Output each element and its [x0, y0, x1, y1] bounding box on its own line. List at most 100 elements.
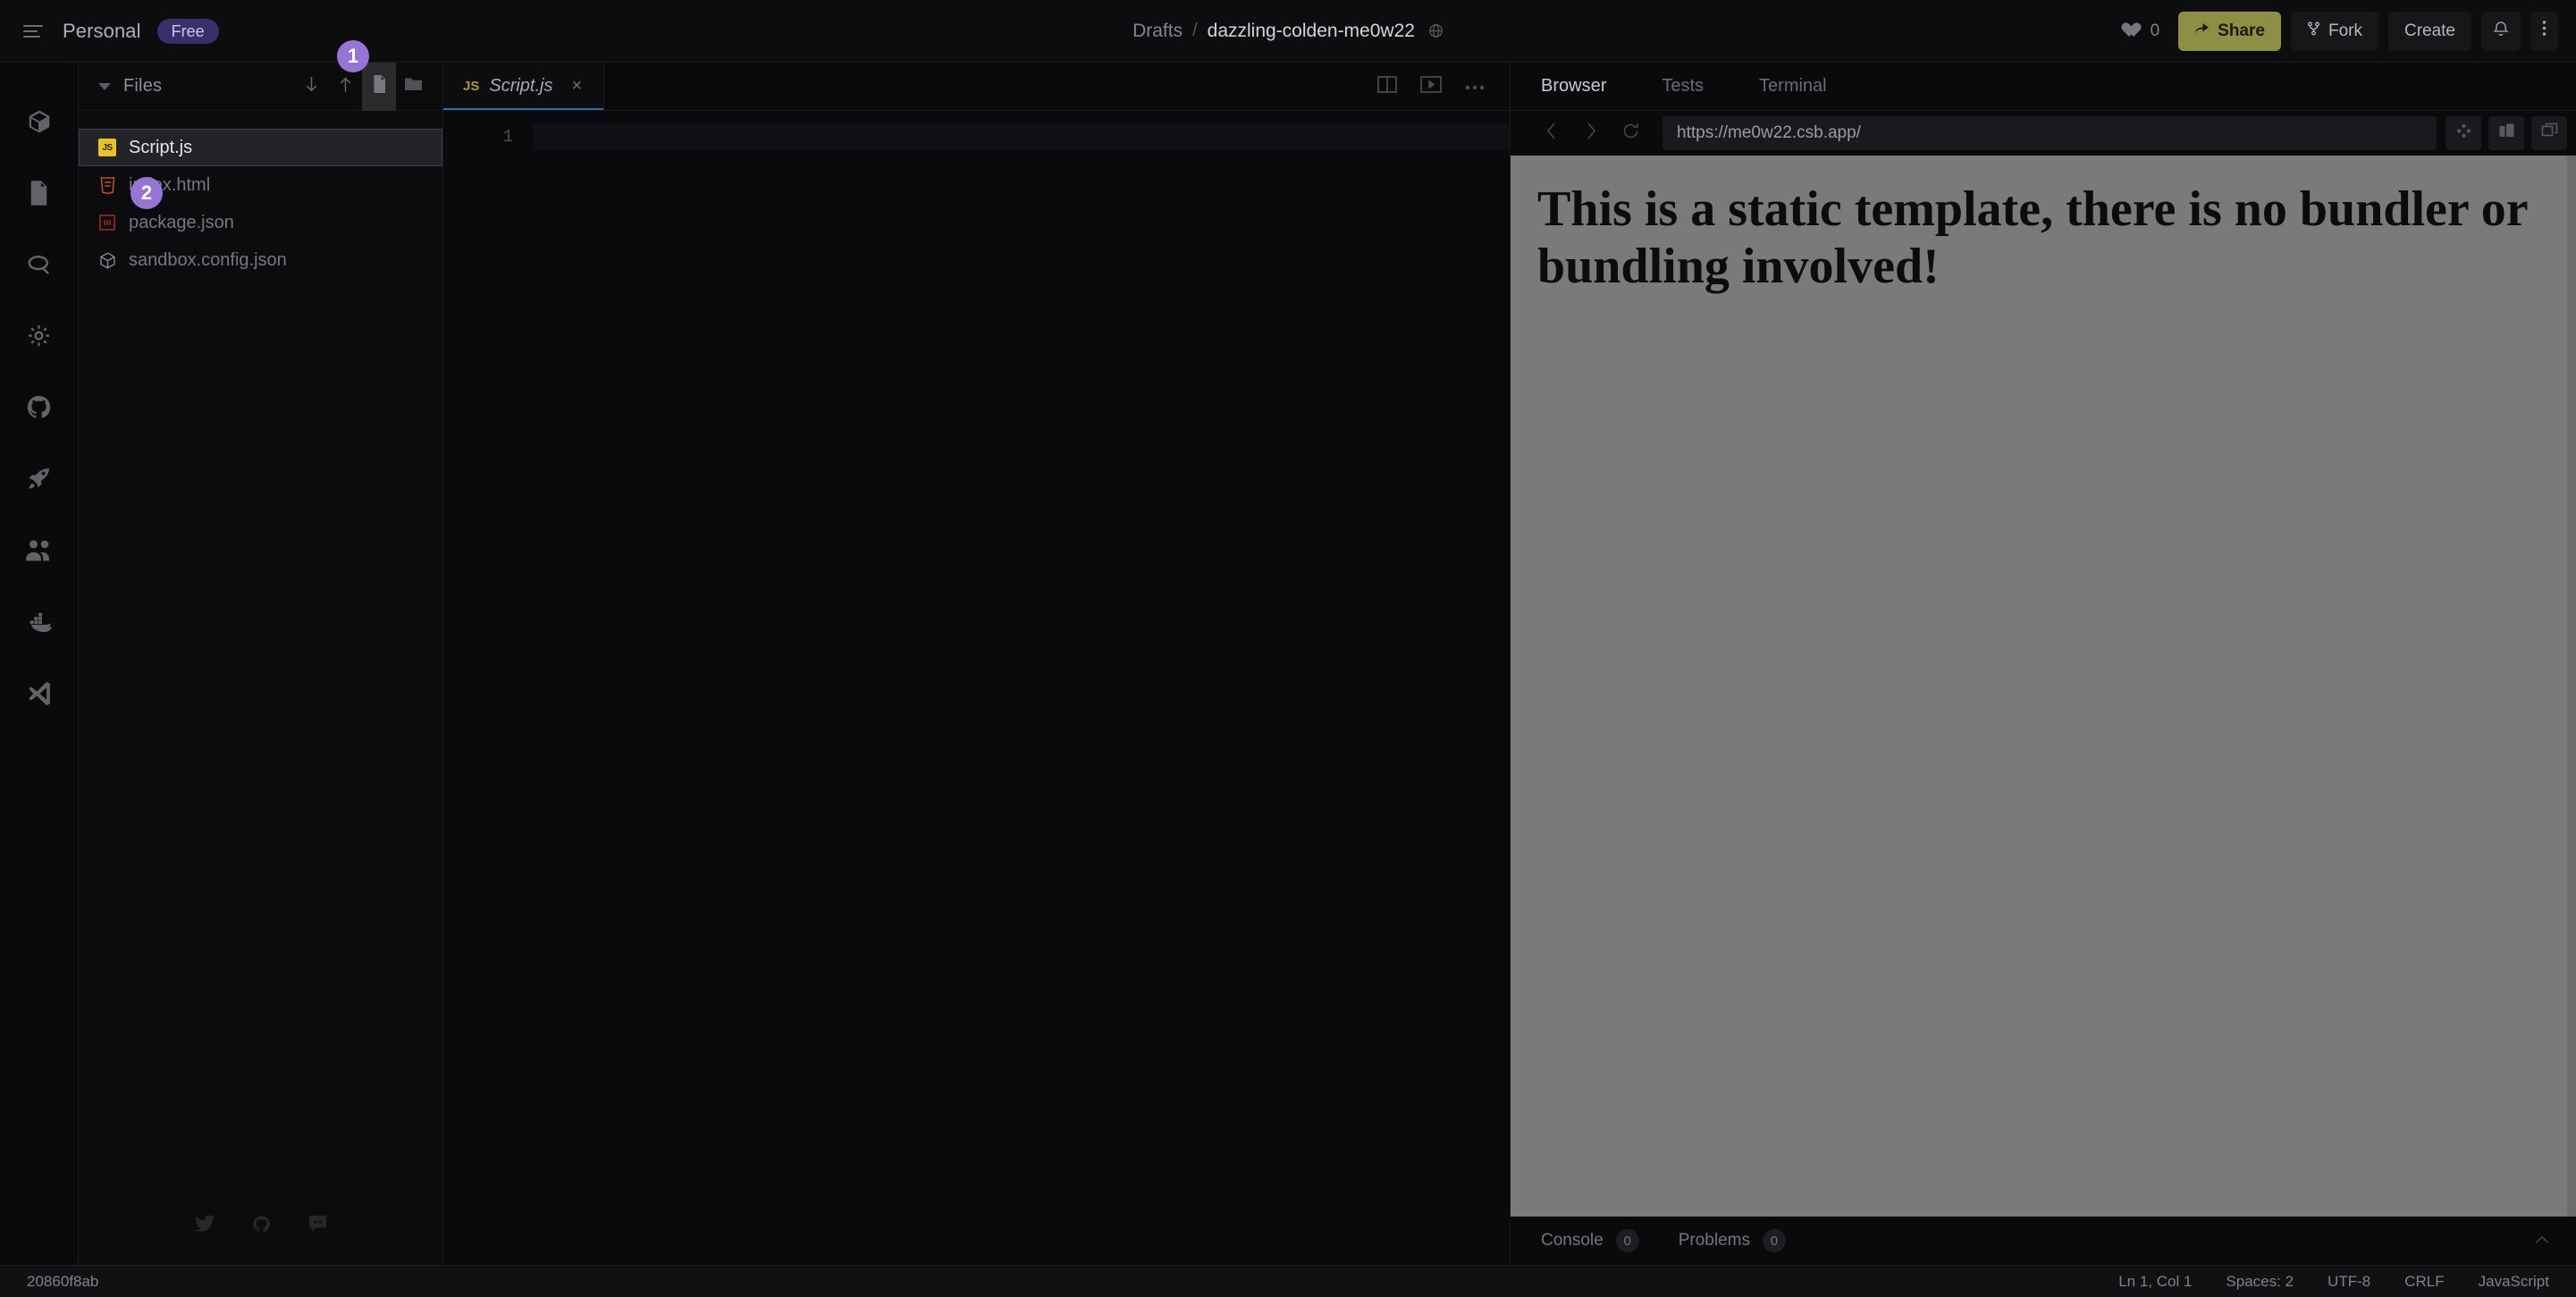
responsive-mode-button[interactable]	[2488, 116, 2524, 150]
file-icon	[27, 180, 51, 211]
tab-script-js[interactable]: JS Script.js ×	[443, 63, 604, 110]
file-name: sandbox.config.json	[129, 249, 287, 270]
preview-iframe[interactable]: This is a static template, there is no b…	[1511, 156, 2576, 1217]
create-button[interactable]: Create	[2387, 11, 2471, 51]
tab-terminal[interactable]: Terminal	[1734, 76, 1857, 97]
browser-tools	[2446, 116, 2567, 150]
sidebar-item-sandbox-explorer[interactable]	[0, 88, 79, 159]
files-title: Files	[123, 76, 163, 96]
search-icon	[26, 251, 53, 282]
url-input[interactable]: https://me0w22.csb.app/	[1663, 116, 2437, 150]
js-icon: JS	[98, 139, 116, 156]
sidebar-footer	[79, 1215, 442, 1265]
more-horizontal-icon[interactable]	[1465, 79, 1485, 95]
sidebar-item-settings[interactable]	[0, 302, 79, 374]
codesandbox-app: Personal Free Drafts / dazzling-colden-m…	[0, 0, 2576, 1297]
top-bar: Personal Free Drafts / dazzling-colden-m…	[0, 0, 2576, 63]
reload-icon	[1622, 122, 1639, 144]
sidebar-item-github[interactable]	[0, 374, 79, 445]
new-file-button[interactable]	[362, 62, 396, 111]
close-icon[interactable]: ×	[571, 76, 582, 97]
twitter-icon[interactable]	[194, 1215, 215, 1238]
globe-icon[interactable]	[1428, 23, 1444, 38]
workspace-body: Files JS Script.js index.html package.js…	[0, 62, 2576, 1265]
upload-icon	[338, 76, 353, 97]
sidebar-item-open-in-vscode[interactable]	[0, 660, 79, 731]
back-button[interactable]	[1532, 115, 1571, 151]
language-mode[interactable]: JavaScript	[2479, 1273, 2549, 1291]
github-icon	[26, 394, 52, 425]
people-icon	[25, 537, 53, 568]
chevron-down-icon[interactable]	[98, 82, 111, 90]
github-icon[interactable]	[252, 1215, 271, 1238]
html-icon	[98, 176, 116, 194]
preview-bottom-bar: Console 0 Problems 0	[1511, 1217, 2576, 1265]
files-header: Files	[79, 62, 442, 111]
download-button[interactable]	[294, 63, 328, 111]
share-icon	[2194, 21, 2210, 41]
pick-element-button[interactable]	[2446, 116, 2481, 150]
sidebar-item-deploy[interactable]	[0, 445, 79, 517]
file-row-package-json[interactable]: package.json	[79, 204, 442, 241]
discord-icon[interactable]	[308, 1215, 327, 1238]
file-row-sandbox-config-json[interactable]: sandbox.config.json	[79, 241, 442, 279]
workspace-name[interactable]: Personal	[63, 20, 141, 43]
reload-button[interactable]	[1611, 115, 1650, 151]
new-folder-button[interactable]	[396, 63, 430, 111]
download-icon	[304, 76, 319, 97]
gear-icon	[26, 323, 52, 353]
console-label: Console	[1541, 1231, 1604, 1250]
fork-icon	[2307, 21, 2320, 41]
preview-tab-bar: Browser Tests Terminal	[1511, 63, 2576, 111]
eol-setting[interactable]: CRLF	[2404, 1273, 2444, 1291]
cursor-position[interactable]: Ln 1, Col 1	[2118, 1273, 2192, 1291]
breadcrumb-sandbox-name[interactable]: dazzling-colden-me0w22	[1208, 21, 1415, 42]
annotation-badge-1: 1	[337, 40, 369, 72]
tab-tests[interactable]: Tests	[1637, 76, 1734, 97]
preview-scrollbar[interactable]	[2567, 156, 2576, 1217]
code-area[interactable]: 1	[443, 111, 1510, 1265]
annotation-badge-2: 2	[130, 177, 163, 209]
sidebar-item-files[interactable]	[0, 159, 79, 231]
sidebar-item-docker[interactable]	[0, 588, 79, 660]
file-name: Script.js	[129, 137, 193, 157]
rocket-icon	[26, 466, 52, 496]
breadcrumb-root[interactable]: Drafts	[1132, 21, 1183, 42]
open-in-new-window-button[interactable]	[2531, 116, 2567, 150]
tab-console[interactable]: Console 0	[1541, 1229, 1639, 1252]
preview-heading: This is a static template, there is no b…	[1537, 181, 2528, 295]
preview-pane: Browser Tests Terminal https://me0w22.cs…	[1511, 63, 2576, 1265]
hamburger-icon[interactable]	[23, 22, 46, 40]
tab-problems[interactable]: Problems 0	[1679, 1229, 1786, 1252]
file-row-script-js[interactable]: JS Script.js	[79, 129, 442, 166]
tab-browser[interactable]: Browser	[1541, 76, 1637, 97]
sidebar-item-live-collaboration[interactable]	[0, 517, 79, 588]
fork-button[interactable]: Fork	[2290, 11, 2378, 51]
forward-button[interactable]	[1571, 115, 1611, 151]
vscode-icon	[26, 680, 53, 712]
more-options-button[interactable]	[2530, 11, 2558, 51]
encoding[interactable]: UTF-8	[2328, 1273, 2370, 1291]
like-button[interactable]: 0	[2117, 21, 2169, 41]
top-bar-right: 0 Share Fork Create	[2117, 11, 2576, 51]
editor-actions	[1377, 63, 1510, 110]
editor-tab-bar: JS Script.js ×	[443, 63, 1510, 111]
console-count-badge: 0	[1615, 1229, 1639, 1252]
code-content[interactable]	[533, 111, 1510, 1265]
chevron-up-icon[interactable]	[2535, 1233, 2549, 1249]
split-editor-icon[interactable]	[1377, 75, 1397, 97]
plan-badge: Free	[156, 18, 219, 44]
indent-setting[interactable]: Spaces: 2	[2226, 1273, 2294, 1291]
problems-label: Problems	[1678, 1231, 1750, 1250]
sidebar-item-search[interactable]	[0, 231, 79, 302]
share-button[interactable]: Share	[2178, 11, 2281, 51]
preview-icon[interactable]	[1420, 75, 1442, 97]
activity-rail	[0, 63, 79, 1265]
open-new-window-icon	[2541, 122, 2558, 144]
js-badge: JS	[463, 79, 480, 94]
breadcrumb-separator: /	[1192, 21, 1198, 40]
notifications-button[interactable]	[2481, 11, 2521, 51]
move-icon	[2455, 122, 2472, 144]
commit-hash[interactable]: 20860f8ab	[27, 1273, 98, 1291]
code-editor: JS Script.js × 1	[443, 63, 1511, 1265]
